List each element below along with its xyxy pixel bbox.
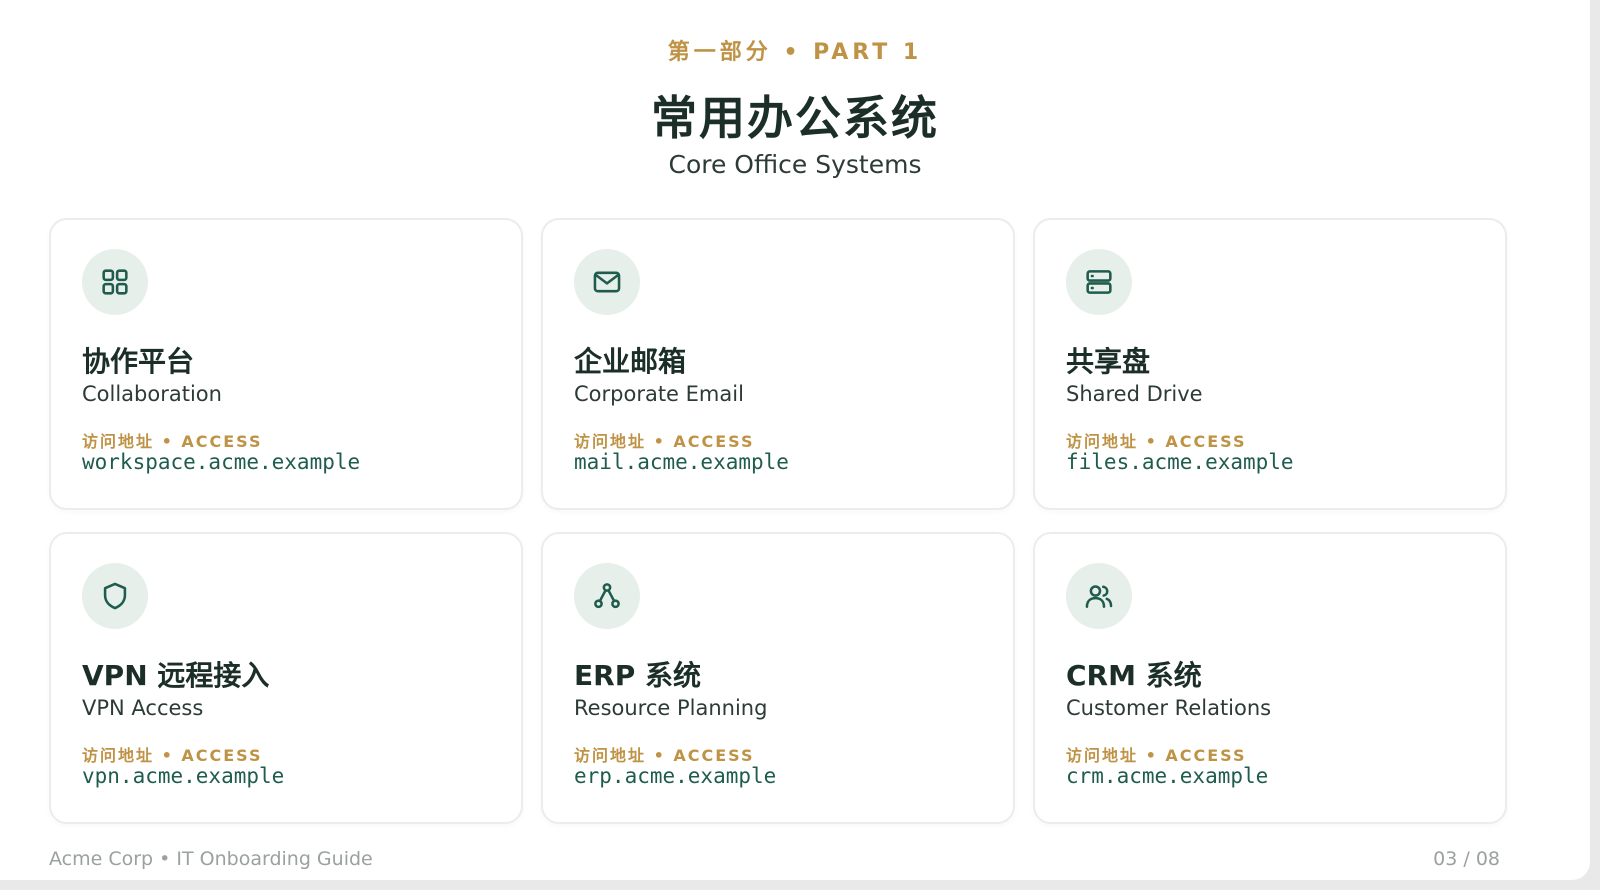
access-url[interactable]: crm.acme.example — [1066, 764, 1268, 788]
card-subtitle: VPN Access — [82, 696, 204, 720]
access-label: 访问地址 • ACCESS — [574, 432, 755, 451]
card-title: 企业邮箱 — [574, 345, 687, 378]
system-card-shared-drive[interactable]: 共享盘 Shared Drive 访问地址 • ACCESS files.acm… — [1033, 218, 1507, 510]
access-label: 访问地址 • ACCESS — [1066, 432, 1247, 451]
card-subtitle: Collaboration — [82, 382, 222, 406]
mail-icon — [574, 249, 640, 315]
shield-icon — [82, 563, 148, 629]
page-subtitle: Core Office Systems — [668, 150, 922, 179]
page-title: 常用办公系统 — [651, 91, 939, 145]
card-title: 协作平台 — [82, 345, 195, 378]
grid-icon — [82, 249, 148, 315]
system-card-email[interactable]: 企业邮箱 Corporate Email 访问地址 • ACCESS mail.… — [541, 218, 1015, 510]
slide: 第一部分 • PART 1 常用办公系统 Core Office Systems… — [0, 0, 1590, 880]
card-subtitle: Shared Drive — [1066, 382, 1203, 406]
users-icon — [1066, 563, 1132, 629]
card-title: VPN 远程接入 — [82, 659, 270, 692]
access-label: 访问地址 • ACCESS — [574, 746, 755, 765]
server-icon — [1066, 249, 1132, 315]
access-url[interactable]: mail.acme.example — [574, 450, 789, 474]
card-title: ERP 系统 — [574, 659, 701, 692]
system-card-crm[interactable]: CRM 系统 Customer Relations 访问地址 • ACCESS … — [1033, 532, 1507, 824]
access-url[interactable]: erp.acme.example — [574, 764, 776, 788]
page-number: 03 / 08 — [1433, 848, 1500, 870]
access-url[interactable]: workspace.acme.example — [82, 450, 360, 474]
access-label: 访问地址 • ACCESS — [1066, 746, 1247, 765]
access-label: 访问地址 • ACCESS — [82, 746, 263, 765]
card-title: 共享盘 — [1066, 345, 1151, 378]
system-card-collaboration[interactable]: 协作平台 Collaboration 访问地址 • ACCESS workspa… — [49, 218, 523, 510]
access-label: 访问地址 • ACCESS — [82, 432, 263, 451]
card-subtitle: Customer Relations — [1066, 696, 1272, 720]
card-subtitle: Resource Planning — [574, 696, 768, 720]
card-title: CRM 系统 — [1066, 659, 1202, 692]
network-icon — [574, 563, 640, 629]
card-subtitle: Corporate Email — [574, 382, 744, 406]
system-card-vpn[interactable]: VPN 远程接入 VPN Access 访问地址 • ACCESS vpn.ac… — [49, 532, 523, 824]
section-eyebrow: 第一部分 • PART 1 — [667, 40, 923, 65]
footer-caption: Acme Corp • IT Onboarding Guide — [49, 848, 373, 870]
access-url[interactable]: vpn.acme.example — [82, 764, 284, 788]
access-url[interactable]: files.acme.example — [1066, 450, 1294, 474]
system-card-erp[interactable]: ERP 系统 Resource Planning 访问地址 • ACCESS e… — [541, 532, 1015, 824]
